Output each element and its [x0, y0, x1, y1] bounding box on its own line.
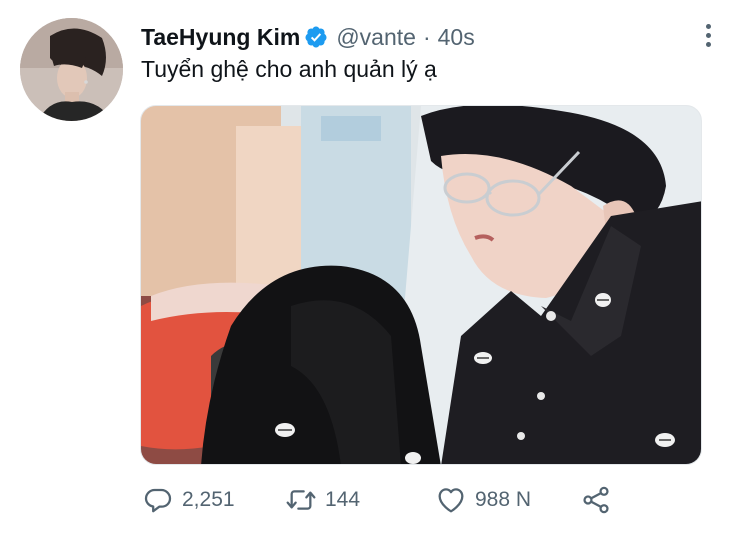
tweet-card[interactable]: TaeHyung Kim @vante · 40s Tuyển ghệ cho … [0, 0, 750, 534]
handle[interactable]: @vante [336, 24, 416, 51]
timestamp[interactable]: 40s [438, 24, 475, 51]
share-icon [583, 486, 609, 514]
display-name[interactable]: TaeHyung Kim [141, 24, 300, 51]
more-vertical-icon[interactable] [698, 20, 718, 50]
tweet-header: TaeHyung Kim @vante · 40s [141, 22, 475, 52]
tweet-photo[interactable] [140, 105, 702, 465]
like-button[interactable]: 988 N [435, 480, 531, 520]
separator-dot: · [422, 23, 431, 50]
like-count: 988 N [475, 488, 532, 511]
retweet-icon [286, 490, 316, 510]
share-button[interactable] [580, 480, 612, 520]
heart-icon [438, 488, 464, 513]
avatar[interactable] [20, 18, 123, 121]
reply-button[interactable]: 2,251 [142, 480, 235, 520]
verified-badge-icon [305, 26, 327, 48]
retweet-button[interactable]: 144 [285, 480, 360, 520]
tweet-text: Tuyển ghệ cho anh quản lý ạ [141, 56, 437, 82]
reply-count: 2,251 [182, 488, 235, 511]
tweet-actions: 2,251 144 988 N [140, 480, 620, 520]
retweet-count: 144 [325, 488, 361, 511]
reply-icon [144, 488, 172, 513]
